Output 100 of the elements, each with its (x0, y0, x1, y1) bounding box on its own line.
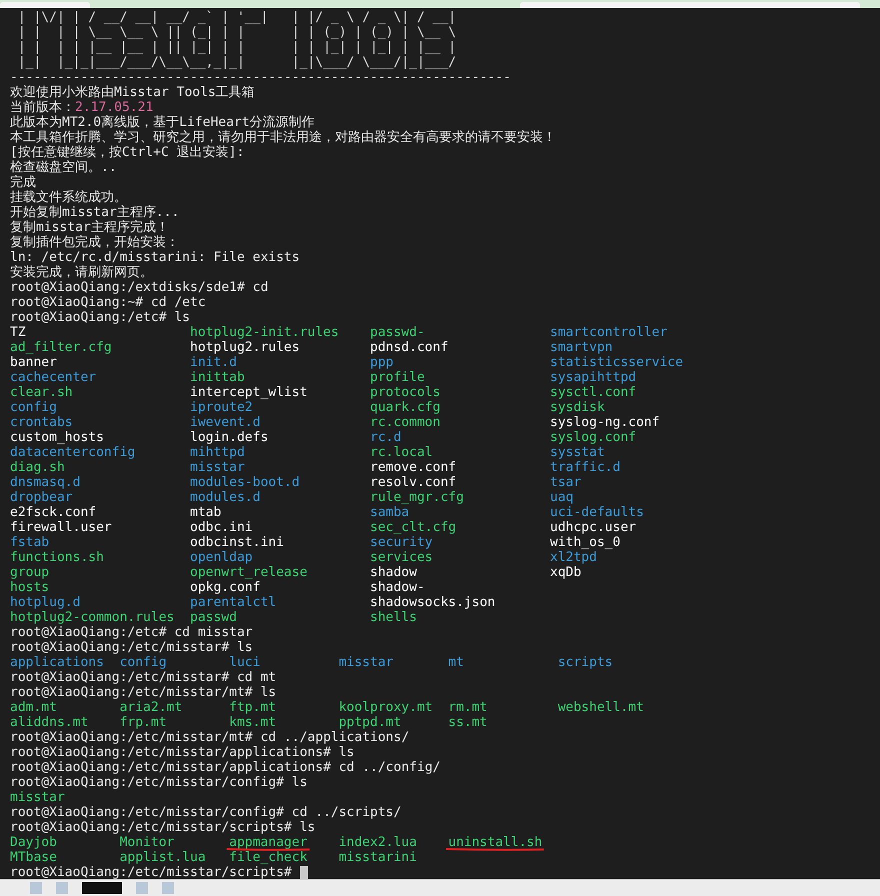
file-name: shells (370, 610, 417, 625)
file-name: quark.cfg (370, 400, 440, 415)
taskbar-icon[interactable] (56, 882, 68, 894)
file-name: udhcpc.user (550, 520, 636, 535)
file-name: iwevent.d (190, 415, 260, 430)
file-name: firewall.user (10, 520, 112, 535)
file-name: dnsmasq.d (10, 475, 80, 490)
file-name: iproute2 (190, 400, 253, 415)
file-name: datacenterconfig (10, 445, 136, 460)
file-name: inittab (190, 370, 245, 385)
file-name: dropbear (10, 490, 73, 505)
terminal-line: root@XiaoQiang:/etc/misstar/mt# ls (10, 685, 276, 700)
terminal-line: 检查磁盘空间。.. (10, 160, 117, 175)
taskbar-thumbnail[interactable] (82, 882, 122, 894)
terminal-line: root@XiaoQiang:/etc/misstar/scripts# ls (10, 820, 316, 835)
file-name: group (10, 565, 50, 580)
file-name: syslog.conf (550, 430, 636, 445)
file-name: applications (10, 655, 104, 670)
file-name: xqDb (550, 565, 582, 580)
file-name: frp.mt (120, 715, 167, 730)
ascii-art-line: | | | | \__ \__ \ || (_| | | | | (_) | (_) | \__ \ (16, 25, 456, 40)
file-name: odbcinst.ini (190, 535, 284, 550)
file-name: applist.lua (120, 850, 206, 865)
file-name: MTbase (10, 850, 57, 865)
ascii-art-line: | | | | |__ |__ | || |_| | | | | |_| | |_| | |__ | (16, 40, 456, 55)
file-name: shadow- (370, 580, 425, 595)
file-name: resolv.conf (370, 475, 456, 490)
taskbar-icon[interactable] (162, 882, 174, 894)
file-name: ppp (370, 355, 394, 370)
file-name: file_check (229, 850, 308, 865)
file-name: xl2tpd (550, 550, 597, 565)
file-name: odbc.ini (190, 520, 253, 535)
taskbar-icon[interactable] (136, 882, 148, 894)
ascii-art-line: |_| |_|_|___/___/\__\__,_|_| |_|\___/ \___/|_|___/ (16, 55, 456, 70)
file-name: hosts (10, 580, 50, 595)
file-name: protocols (370, 385, 440, 400)
file-name: TZ (10, 325, 26, 340)
file-name: Dayjob (10, 835, 57, 850)
file-name: config (120, 655, 167, 670)
file-name: fstab (10, 535, 50, 550)
terminal-line: root@XiaoQiang:/extdisks/sde1# cd (10, 280, 268, 295)
file-name: shadow (370, 565, 417, 580)
file-name: services (370, 550, 433, 565)
file-name: uci-defaults (550, 505, 644, 520)
file-name: aria2.mt (120, 700, 182, 715)
terminal-line: 本工具箱作折腾、学习、研究之用，请勿用于非法用途，对路由器安全有高要求的请不要安装！ (10, 130, 556, 145)
file-name: tsar (550, 475, 582, 490)
file-name: sysctl.conf (550, 385, 636, 400)
file-name: hotplug2.rules (190, 340, 300, 355)
file-name: modules-boot.d (190, 475, 300, 490)
version-number: 2.17.05.21 (75, 100, 154, 115)
file-name: statisticsservice (550, 355, 684, 370)
terminal-line: root@XiaoQiang:/etc/misstar/applications# cd ../config/ (10, 760, 440, 775)
file-name: custom_hosts (10, 430, 104, 445)
terminal-line: root@XiaoQiang:/etc/misstar/mt# cd ../applications/ (10, 730, 410, 745)
file-name: remove.conf (370, 460, 456, 475)
taskbar-icon[interactable] (30, 882, 42, 894)
file-name: misstar (338, 655, 394, 670)
terminal-line: 复制misstar主程序完成！ (10, 220, 169, 235)
file-name: adm.mt (10, 700, 57, 715)
file-name: sysstat (550, 445, 605, 460)
terminal-line: 完成 (10, 175, 36, 190)
file-name: rule_mgr.cfg (370, 490, 464, 505)
terminal-line: root@XiaoQiang:/etc/misstar# ls (10, 640, 253, 655)
file-name: samba (370, 505, 410, 520)
file-name: sysapihttpd (550, 370, 636, 385)
terminal-line: 开始复制misstar主程序... (10, 205, 180, 220)
terminal-line: root@XiaoQiang:/etc/misstar/config# ls (10, 775, 308, 790)
terminal-line: 欢迎使用小米路由Misstar Tools工具箱 (10, 85, 255, 100)
file-name: misstar (10, 790, 65, 805)
terminal-line: root@XiaoQiang:/etc/misstar/config# cd ../scripts/ (10, 805, 402, 820)
file-name: functions.sh (10, 550, 104, 565)
file-name: profile (370, 370, 425, 385)
terminal-line: 此版本为MT2.0离线版，基于LifeHeart分流源制作 (10, 115, 315, 130)
file-name: hotplug.d (10, 595, 80, 610)
terminal-line: root@XiaoQiang:/etc# cd misstar (10, 625, 253, 640)
terminal-line: root@XiaoQiang:/etc# ls (10, 310, 190, 325)
file-name: parentalctl (190, 595, 276, 610)
file-name: misstarini (338, 850, 417, 865)
file-name: security (370, 535, 433, 550)
file-name: diag.sh (10, 460, 65, 475)
file-name: rc.d (370, 430, 402, 445)
file-name: openldap (190, 550, 253, 565)
file-name: cachecenter (10, 370, 96, 385)
file-name: hotplug2-common.rules (10, 610, 174, 625)
file-name: mtab (190, 505, 222, 520)
file-name: banner (10, 355, 57, 370)
file-name: luci (229, 655, 260, 670)
file-name: pdnsd.conf (370, 340, 448, 355)
file-name: crontabs (10, 415, 73, 430)
file-name: e2fsck.conf (10, 505, 96, 520)
file-name: login.defs (190, 430, 268, 445)
terminal-line: [按任意键继续，按Ctrl+C 退出安装]: (10, 145, 244, 160)
file-name: traffic.d (550, 460, 620, 475)
file-name: smartcontroller (550, 325, 668, 340)
terminal-line: 复制插件包完成，开始安装： (10, 235, 179, 250)
terminal-line: root@XiaoQiang:/etc/misstar# cd mt (10, 670, 276, 685)
file-name: ss.mt (448, 715, 488, 730)
version-label: 当前版本： (10, 100, 75, 115)
file-name: syslog-ng.conf (550, 415, 660, 430)
